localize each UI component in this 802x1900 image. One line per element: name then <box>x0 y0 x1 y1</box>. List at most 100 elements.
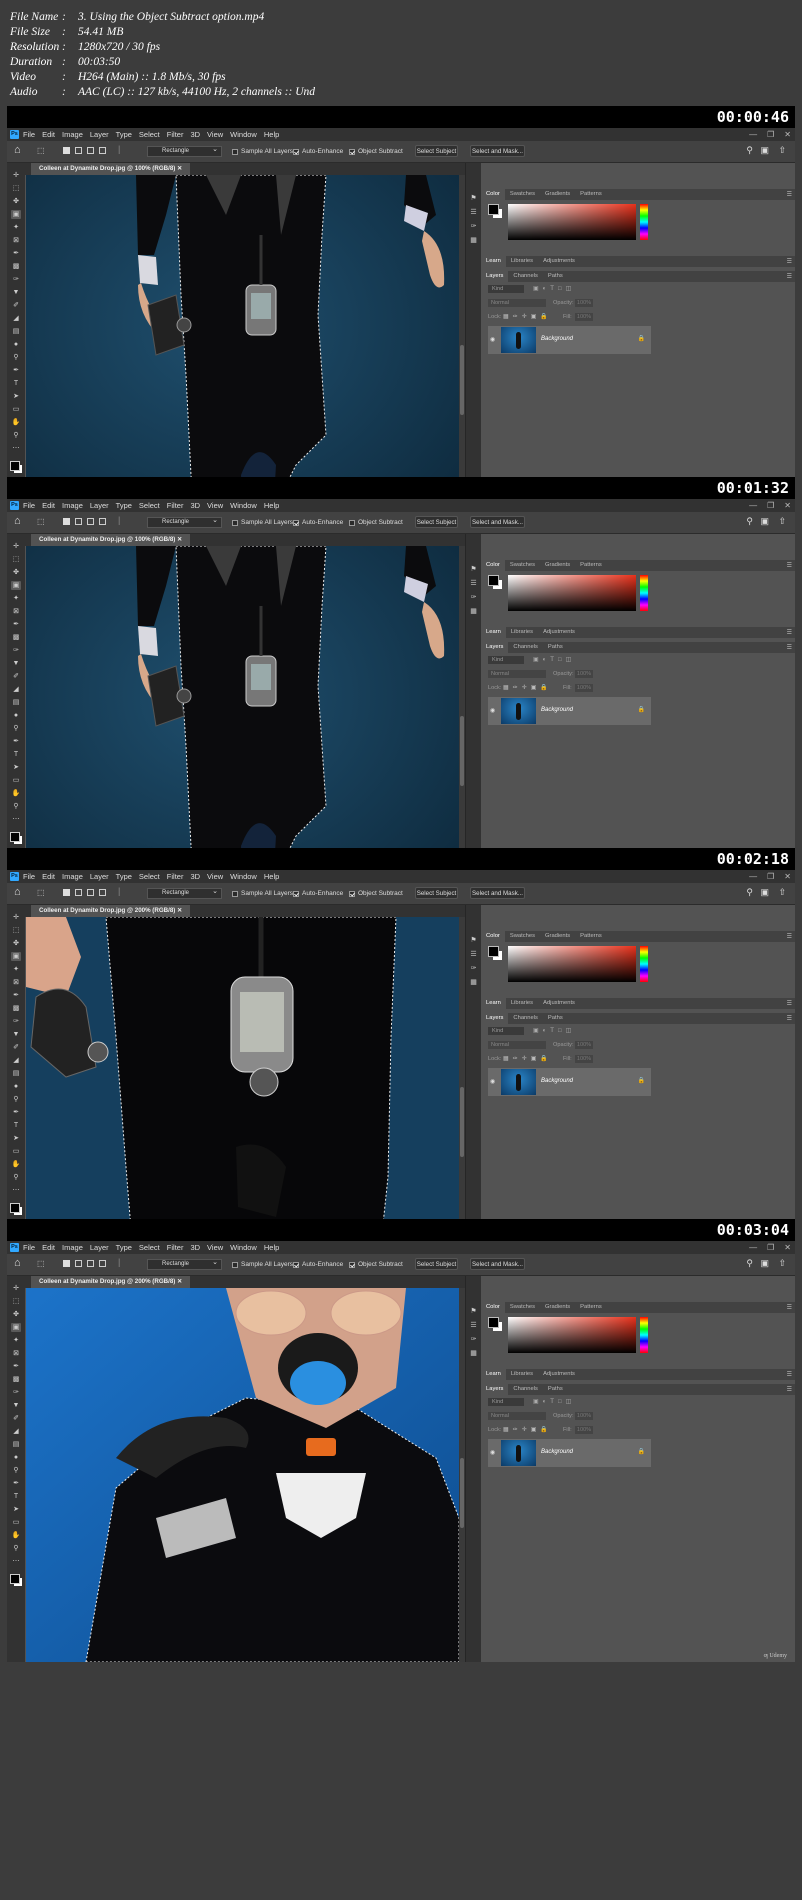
restore-icon[interactable]: ❐ <box>767 872 774 881</box>
menu-filter[interactable]: Filter <box>167 872 184 881</box>
menu-view[interactable]: View <box>207 130 223 139</box>
adjust-panel-icon[interactable]: ▦ <box>469 979 478 987</box>
tab-color[interactable]: Color <box>481 931 505 942</box>
color-field[interactable] <box>508 1317 636 1353</box>
menu-3d[interactable]: 3D <box>190 501 200 510</box>
layer-lock-icon[interactable]: 🔒 <box>638 1448 645 1455</box>
document-canvas[interactable] <box>26 1288 459 1662</box>
color-picker-swatches[interactable] <box>488 946 502 960</box>
subtract-from-selection-icon[interactable] <box>87 518 94 525</box>
add-to-selection-icon[interactable] <box>75 147 82 154</box>
minimize-icon[interactable]: — <box>749 130 757 139</box>
pen-tool-icon[interactable]: ✒ <box>11 366 21 375</box>
menu-3d[interactable]: 3D <box>190 130 200 139</box>
tab-patterns[interactable]: Patterns <box>575 560 607 571</box>
tab-libraries[interactable]: Libraries <box>506 998 538 1009</box>
history-brush-tool-icon[interactable]: ✐ <box>11 301 21 310</box>
auto-enhance-checkbox[interactable] <box>293 1261 299 1268</box>
menu-type[interactable]: Type <box>116 130 132 139</box>
panel-menu-icon[interactable]: ☰ <box>787 562 792 569</box>
tab-color[interactable]: Color <box>481 560 505 571</box>
history-panel-icon[interactable]: ⚑ <box>469 1308 478 1316</box>
intersect-selection-icon[interactable] <box>99 147 106 154</box>
restore-icon[interactable]: ❐ <box>767 501 774 510</box>
brush-tool-icon[interactable]: ✑ <box>11 1388 21 1397</box>
menu-edit[interactable]: Edit <box>42 130 55 139</box>
tab-swatches[interactable]: Swatches <box>505 189 540 200</box>
layer-lock-icon[interactable]: 🔒 <box>638 706 645 713</box>
menu-type[interactable]: Type <box>116 1243 132 1252</box>
foreground-color-swatch[interactable] <box>10 1574 20 1584</box>
panel-menu-icon[interactable]: ☰ <box>787 1371 792 1378</box>
add-to-selection-icon[interactable] <box>75 518 82 525</box>
pen-tool-icon[interactable]: ✒ <box>11 1479 21 1488</box>
hand-tool-icon[interactable]: ✋ <box>11 1160 21 1169</box>
eraser-tool-icon[interactable]: ◢ <box>11 685 21 694</box>
healing-brush-tool-icon[interactable]: ▩ <box>11 1004 21 1013</box>
tab-libraries[interactable]: Libraries <box>506 1369 538 1380</box>
tab-channels[interactable]: Channels <box>508 1013 543 1024</box>
menu-3d[interactable]: 3D <box>190 1243 200 1252</box>
layer-filter-icons[interactable]: ▣◐T□◫ <box>533 285 575 292</box>
frame-tool-icon[interactable]: ⊠ <box>11 978 21 987</box>
object-selection-tool-icon[interactable]: ▣ <box>11 952 21 961</box>
tab-paths[interactable]: Paths <box>543 1013 568 1024</box>
select-subject-button[interactable]: Select Subject <box>415 516 458 528</box>
share-icon[interactable]: ⇧ <box>778 516 786 527</box>
lasso-tool-icon[interactable]: ✤ <box>11 939 21 948</box>
crop-tool-icon[interactable]: ✦ <box>11 1336 21 1345</box>
object-selection-tool-icon[interactable]: ⬚ <box>37 146 45 155</box>
foreground-color-swatch[interactable] <box>10 1203 20 1213</box>
mode-dropdown[interactable]: Rectangle <box>147 145 222 157</box>
menu-view[interactable]: View <box>207 501 223 510</box>
auto-enhance-checkbox[interactable] <box>293 890 299 897</box>
object-subtract-option[interactable]: Object Subtract <box>349 1259 403 1270</box>
menu-layer[interactable]: Layer <box>90 501 109 510</box>
tab-color[interactable]: Color <box>481 189 505 200</box>
marquee-tool-icon[interactable]: ⬚ <box>11 1297 21 1306</box>
zoom-tool-icon[interactable]: ⚲ <box>11 431 21 440</box>
menu-filter[interactable]: Filter <box>167 1243 184 1252</box>
brush-tool-icon[interactable]: ✑ <box>11 646 21 655</box>
blend-mode-dropdown[interactable]: Normal <box>488 299 546 307</box>
panel-menu-icon[interactable]: ☰ <box>787 1015 792 1022</box>
clone-stamp-tool-icon[interactable]: ▼ <box>11 1030 21 1039</box>
eyedropper-tool-icon[interactable]: ✒ <box>11 249 21 258</box>
adjust-panel-icon[interactable]: ▦ <box>469 1350 478 1358</box>
sample-all-layers-option[interactable]: Sample All Layers <box>232 1259 293 1270</box>
tab-learn[interactable]: Learn <box>481 256 506 267</box>
workspace-icon[interactable]: ▣ <box>760 1258 769 1269</box>
object-subtract-checkbox[interactable] <box>349 148 355 155</box>
auto-enhance-checkbox[interactable] <box>293 148 299 155</box>
tab-layers[interactable]: Layers <box>481 1384 509 1395</box>
visibility-eye-icon[interactable]: ◉ <box>490 1078 495 1085</box>
photoshop-logo-icon[interactable]: Ps <box>10 1243 19 1252</box>
rectangle-tool-icon[interactable]: ▭ <box>11 1518 21 1527</box>
sample-all-layers-option[interactable]: Sample All Layers <box>232 146 293 157</box>
menu-type[interactable]: Type <box>116 872 132 881</box>
tab-swatches[interactable]: Swatches <box>505 1302 540 1313</box>
object-subtract-option[interactable]: Object Subtract <box>349 517 403 528</box>
move-tool-icon[interactable]: ✛ <box>11 171 21 180</box>
healing-brush-tool-icon[interactable]: ▩ <box>11 1375 21 1384</box>
panel-menu-icon[interactable]: ☰ <box>787 191 792 198</box>
object-selection-tool-icon[interactable]: ⬚ <box>37 517 45 526</box>
object-subtract-checkbox[interactable] <box>349 519 355 526</box>
eraser-tool-icon[interactable]: ◢ <box>11 1427 21 1436</box>
blur-tool-icon[interactable]: ● <box>11 711 21 720</box>
move-tool-icon[interactable]: ✛ <box>11 542 21 551</box>
dodge-tool-icon[interactable]: ⚲ <box>11 724 21 733</box>
tab-libraries[interactable]: Libraries <box>506 627 538 638</box>
foreground-color[interactable] <box>488 575 499 586</box>
dodge-tool-icon[interactable]: ⚲ <box>11 353 21 362</box>
object-subtract-option[interactable]: Object Subtract <box>349 888 403 899</box>
color-field[interactable] <box>508 575 636 611</box>
menu-window[interactable]: Window <box>230 1243 257 1252</box>
object-selection-tool-icon[interactable]: ▣ <box>11 1323 21 1332</box>
visibility-eye-icon[interactable]: ◉ <box>490 707 495 714</box>
subtract-from-selection-icon[interactable] <box>87 889 94 896</box>
close-icon[interactable]: ✕ <box>784 1243 791 1252</box>
select-subject-button[interactable]: Select Subject <box>415 887 458 899</box>
panel-menu-icon[interactable]: ☰ <box>787 273 792 280</box>
pen-tool-icon[interactable]: ✒ <box>11 1108 21 1117</box>
